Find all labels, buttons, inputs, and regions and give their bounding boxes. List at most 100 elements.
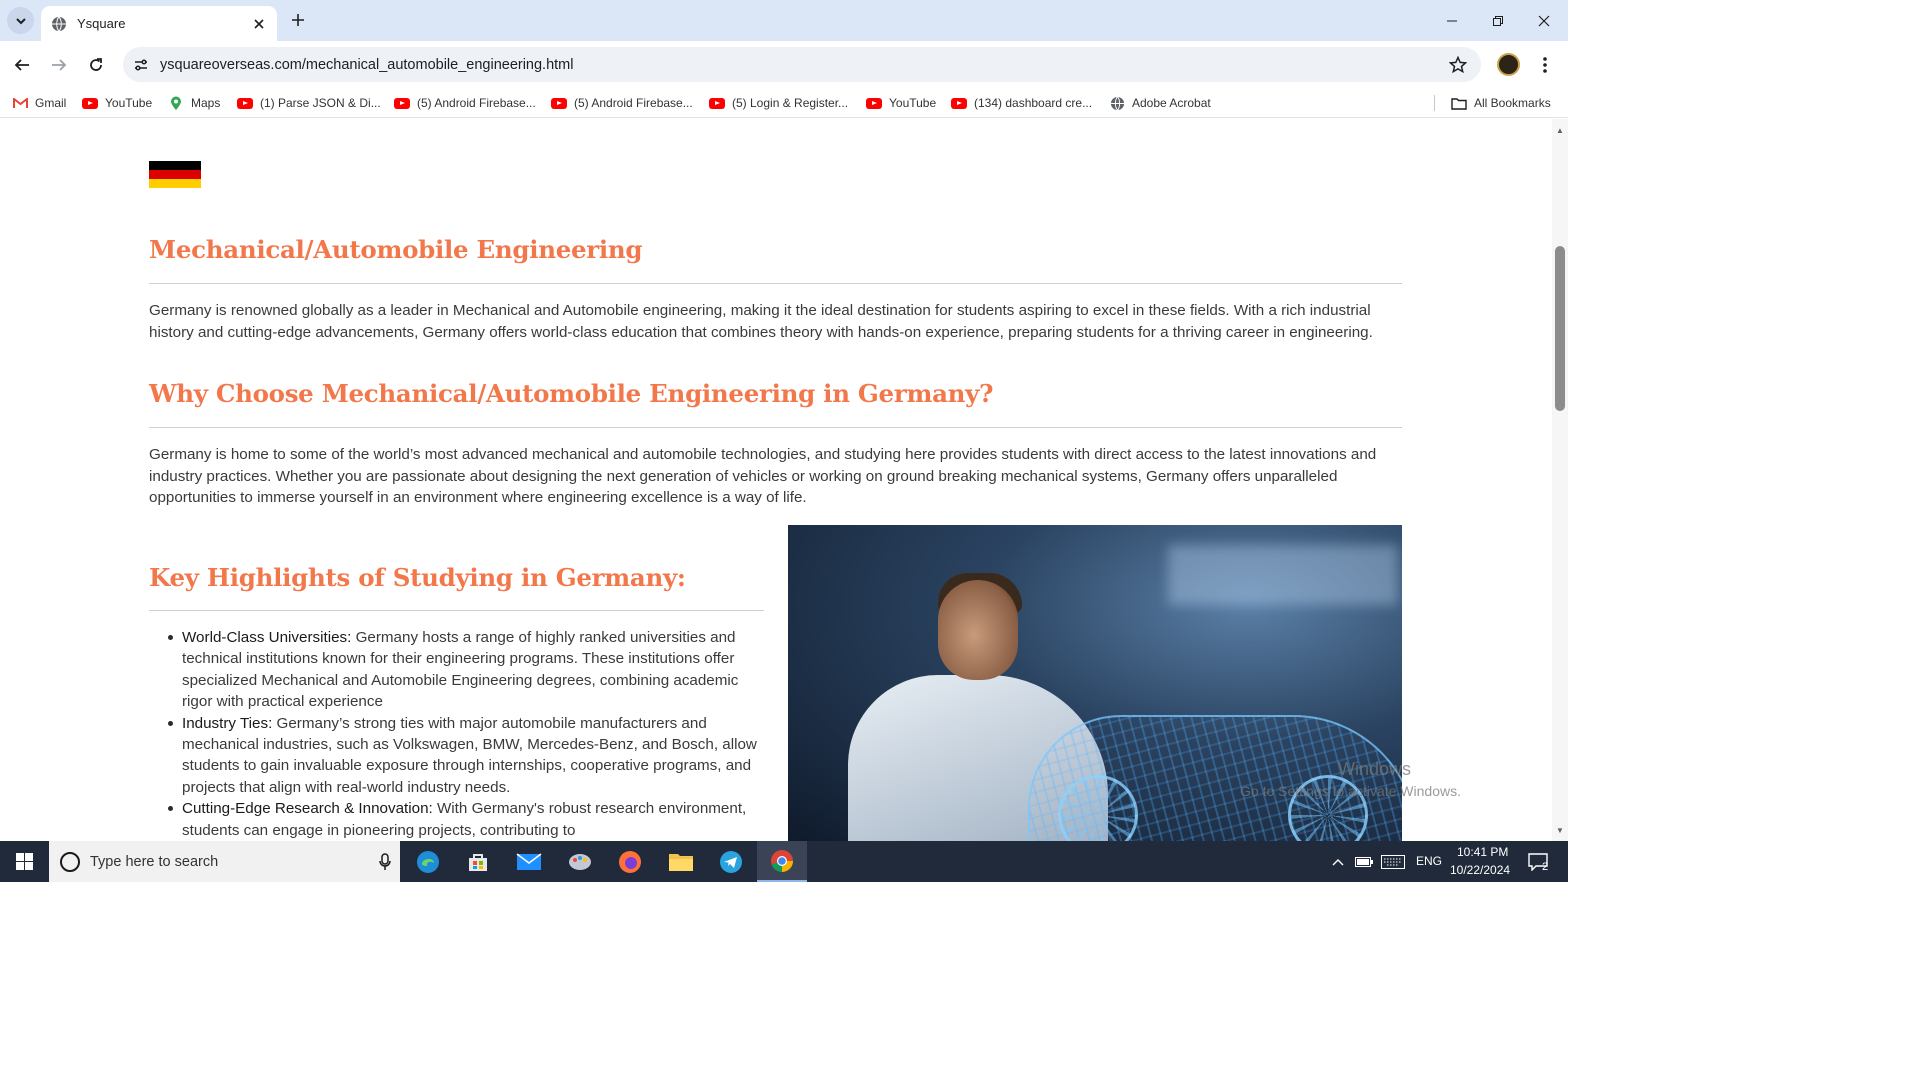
new-tab-button[interactable]	[286, 8, 310, 32]
globe-icon	[1109, 96, 1125, 110]
keyboard-icon[interactable]	[1378, 841, 1408, 882]
language-indicator[interactable]: ENG	[1416, 854, 1442, 868]
file-explorer-app-icon[interactable]	[656, 841, 706, 882]
battery-icon[interactable]	[1352, 841, 1376, 882]
windows-taskbar: Type here to search ENG 10:41 PM 10/22/2…	[0, 841, 1568, 882]
page-viewport: Mechanical/Automobile Engineering German…	[0, 119, 1552, 841]
windows-logo-icon	[16, 853, 33, 870]
flag-stripe-gold	[149, 179, 201, 188]
minimize-icon	[1447, 20, 1457, 21]
bookmark-label: Maps	[191, 96, 221, 110]
bookmark-youtube[interactable]: YouTube	[82, 94, 152, 112]
youtube-icon	[709, 96, 725, 110]
bookmark-star-icon[interactable]	[1443, 50, 1473, 80]
bookmark-label: (5) Android Firebase...	[417, 96, 536, 110]
bookmark-adobe-acrobat[interactable]: Adobe Acrobat	[1109, 94, 1211, 112]
heading-why-choose: Why Choose Mechanical/Automobile Enginee…	[149, 379, 994, 408]
all-bookmarks-button[interactable]: All Bookmarks	[1451, 94, 1551, 112]
chrome-app-icon[interactable]	[757, 841, 807, 882]
site-info-icon[interactable]	[126, 50, 156, 80]
globe-icon	[52, 16, 66, 31]
divider	[149, 283, 1402, 284]
url-text[interactable]: ysquareoverseas.com/mechanical_automobil…	[160, 57, 1443, 73]
youtube-icon	[237, 96, 253, 110]
store-app-icon[interactable]	[453, 841, 503, 882]
ceiling-light	[1168, 545, 1398, 605]
heading-mechanical-engineering: Mechanical/Automobile Engineering	[149, 235, 643, 264]
microphone-icon[interactable]	[370, 852, 400, 871]
bookmark-label: YouTube	[105, 96, 153, 110]
notification-count: 2	[1542, 861, 1549, 873]
highlight-label: Industry Ties:	[182, 714, 273, 732]
bookmark-android-firebase-1[interactable]: (5) Android Firebase...	[394, 94, 536, 112]
germany-flag	[149, 161, 201, 188]
highlight-label: World-Class Universities:	[182, 629, 352, 646]
tab-strip: Ysquare	[0, 0, 1568, 41]
page-scrollbar[interactable]: ▲ ▼	[1552, 119, 1568, 841]
all-bookmarks-label: All Bookmarks	[1474, 96, 1551, 110]
browser-menu-button[interactable]	[1533, 53, 1557, 77]
highlights-list: World-Class Universities: Germany hosts …	[168, 627, 767, 841]
bookmark-parse-json[interactable]: (1) Parse JSON & Di...	[237, 94, 381, 112]
bookmark-android-firebase-2[interactable]: (5) Android Firebase...	[551, 94, 693, 112]
gmail-icon	[12, 96, 28, 110]
youtube-icon	[551, 96, 567, 110]
bookmark-label: (5) Android Firebase...	[574, 96, 693, 110]
youtube-icon	[866, 96, 882, 110]
divider	[149, 610, 764, 611]
telegram-app-icon[interactable]	[706, 841, 756, 882]
close-icon	[1538, 15, 1550, 26]
edge-app-icon[interactable]	[403, 841, 453, 882]
bookmark-maps[interactable]: Maps	[168, 94, 220, 112]
heading-key-highlights: Key Highlights of Studying in Germany:	[149, 563, 686, 592]
back-button[interactable]	[8, 51, 36, 79]
more-vertical-icon	[1543, 57, 1547, 73]
tray-overflow-icon[interactable]	[1326, 841, 1350, 882]
youtube-icon	[82, 96, 98, 110]
reload-button[interactable]	[82, 51, 110, 79]
plus-icon	[292, 14, 304, 26]
notifications-button[interactable]: 2	[1518, 841, 1558, 882]
scroll-down-icon[interactable]: ▼	[1555, 825, 1565, 835]
forward-button[interactable]	[45, 51, 73, 79]
active-tab[interactable]: Ysquare	[41, 6, 277, 41]
address-bar[interactable]: ysquareoverseas.com/mechanical_automobil…	[123, 47, 1481, 82]
restore-button[interactable]	[1475, 0, 1521, 41]
maps-icon	[168, 96, 184, 110]
firefox-app-icon[interactable]	[605, 841, 655, 882]
profile-avatar[interactable]	[1497, 53, 1520, 76]
close-window-button[interactable]	[1521, 0, 1567, 41]
scroll-up-icon[interactable]: ▲	[1555, 125, 1565, 135]
list-item: Industry Ties: Germany’s strong ties wit…	[168, 713, 767, 799]
bookmark-gmail[interactable]: Gmail	[12, 94, 66, 112]
minimize-button[interactable]	[1429, 0, 1475, 41]
paint-app-icon[interactable]	[555, 841, 605, 882]
bookmark-label: YouTube	[889, 96, 937, 110]
bookmark-label: (5) Login & Register...	[732, 96, 849, 110]
arrow-right-icon	[52, 59, 67, 71]
flag-stripe-black	[149, 161, 201, 170]
flag-stripe-red	[149, 170, 201, 179]
taskbar-search-box[interactable]: Type here to search	[49, 841, 400, 882]
bookmark-label: Gmail	[35, 96, 67, 110]
bookmark-label: (134) dashboard cre...	[974, 96, 1093, 110]
restore-icon	[1493, 15, 1503, 26]
tab-title: Ysquare	[77, 16, 126, 31]
folder-icon	[1451, 96, 1467, 110]
scrollbar-thumb[interactable]	[1555, 246, 1565, 411]
clock-time[interactable]: 10:41 PM	[1457, 845, 1508, 859]
search-placeholder: Type here to search	[90, 853, 219, 870]
close-tab-icon[interactable]	[251, 16, 267, 32]
list-item: Cutting-Edge Research & Innovation: With…	[168, 798, 767, 841]
bookmark-login-register[interactable]: (5) Login & Register...	[709, 94, 848, 112]
bookmark-dashboard[interactable]: (134) dashboard cre...	[951, 94, 1092, 112]
bookmark-label: Adobe Acrobat	[1132, 96, 1211, 110]
browser-toolbar: ysquareoverseas.com/mechanical_automobil…	[0, 41, 1568, 88]
start-button[interactable]	[0, 841, 49, 882]
activation-watermark-text: Go to Settings to activate Windows.	[1240, 783, 1461, 799]
tab-search-button[interactable]	[7, 7, 34, 34]
divider	[149, 427, 1402, 428]
clock-date[interactable]: 10/22/2024	[1450, 863, 1510, 877]
bookmark-youtube-2[interactable]: YouTube	[866, 94, 936, 112]
mail-app-icon[interactable]	[504, 841, 554, 882]
